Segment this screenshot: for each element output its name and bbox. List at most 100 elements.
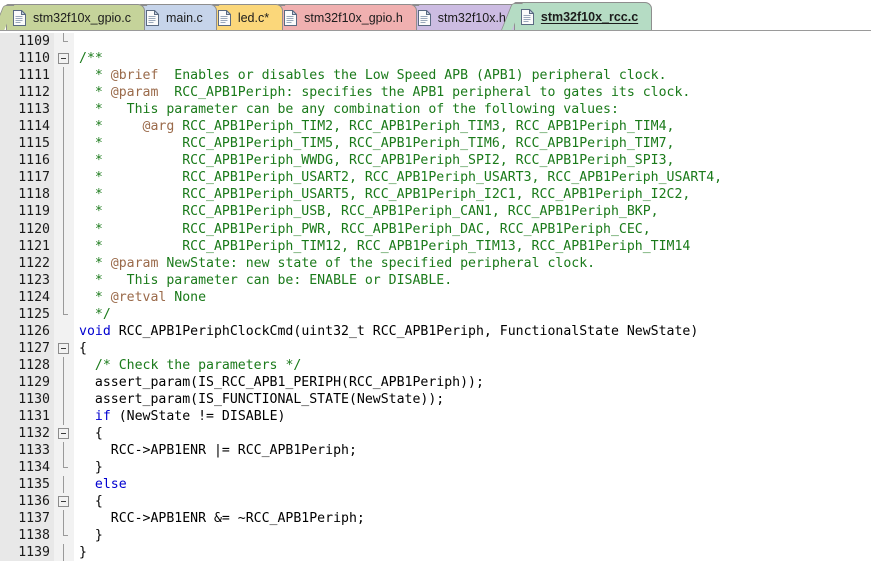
code-token-tag: @param	[110, 255, 159, 271]
minus-icon[interactable]	[58, 428, 69, 440]
fold-toggle-icon[interactable]	[54, 425, 74, 442]
line-number: 1131	[18, 409, 50, 425]
editor-tab-main-c[interactable]: main.c	[138, 4, 217, 30]
code-line[interactable]: }	[79, 527, 871, 544]
fold-guide-line	[54, 288, 74, 306]
code-token-cmt: * RCC_APB1Periph_USART2, RCC_APB1Periph_…	[79, 170, 723, 186]
code-token-tag: @param	[110, 85, 159, 101]
minus-icon[interactable]	[58, 342, 69, 354]
fold-end-icon	[63, 305, 68, 315]
code-line[interactable]	[79, 33, 871, 50]
editor-tab-led-c[interactable]: led.c*	[210, 4, 284, 30]
fold-end-icon	[63, 527, 68, 537]
code-line[interactable]: /**	[79, 50, 871, 67]
code-token-cmt: *	[79, 289, 111, 305]
fold-empty	[54, 323, 74, 340]
code-token-kw: else	[94, 477, 127, 493]
code-folding-margin[interactable]	[54, 33, 74, 562]
code-editor[interactable]: 1109 1110 1111 1112 1113 1114 1115 1116 1117 1118…	[0, 31, 871, 562]
code-line[interactable]: * RCC_APB1Periph_WWDG, RCC_APB1Periph_SP…	[79, 152, 871, 169]
line-number-gutter: 1109 1110 1111 1112 1113 1114 1115 1116 1117 1118…	[0, 33, 54, 562]
code-line[interactable]: assert_param(IS_FUNCTIONAL_STATE(NewStat…	[79, 391, 871, 408]
code-line[interactable]: * @arg RCC_APB1Periph_TIM2, RCC_APB1Peri…	[79, 118, 871, 135]
code-line[interactable]: * This parameter can be any combination …	[79, 101, 871, 118]
code-line[interactable]: if (NewState != DISABLE)	[79, 408, 871, 425]
fold-guide-line	[54, 186, 74, 204]
editor-tab-stm32f10x-rcc-c[interactable]: stm32f10x_rcc.c	[513, 2, 653, 30]
fold-guide-line	[54, 544, 74, 562]
fold-toggle-icon[interactable]	[54, 493, 74, 510]
line-number: 1139	[18, 545, 50, 561]
code-token-cmt: *	[79, 85, 111, 101]
code-token-kw: void	[79, 323, 111, 339]
code-line[interactable]: RCC->APB1ENR |= RCC_APB1Periph;	[79, 442, 871, 459]
code-line[interactable]: * RCC_APB1Periph_USART5, RCC_APB1Periph_…	[79, 186, 871, 203]
code-token-cmt: * RCC_APB1Periph_PWR, RCC_APB1Periph_DAC…	[79, 221, 651, 237]
fold-guide-icon	[63, 135, 64, 153]
fold-guide-icon	[63, 476, 64, 494]
fold-toggle-icon[interactable]	[54, 50, 74, 67]
code-line[interactable]: }	[79, 544, 871, 561]
code-line[interactable]: {	[79, 425, 871, 442]
fold-toggle-icon[interactable]	[54, 340, 74, 357]
code-line[interactable]: * RCC_APB1Periph_TIM12, RCC_APB1Periph_T…	[79, 238, 871, 255]
minus-icon[interactable]	[58, 53, 69, 65]
code-text[interactable]: /** * @brief Enables or disables the Low…	[74, 33, 871, 562]
fold-guide-line	[54, 408, 74, 426]
code-line[interactable]: * This parameter can be: ENABLE or DISAB…	[79, 272, 871, 289]
code-line[interactable]: }	[79, 459, 871, 476]
code-line[interactable]: */	[79, 306, 871, 323]
code-line[interactable]: else	[79, 476, 871, 493]
code-token-tag: @arg	[142, 119, 175, 135]
code-line[interactable]: RCC->APB1ENR &= ~RCC_APB1Periph;	[79, 510, 871, 527]
fold-guide-line	[54, 356, 74, 374]
fold-guide-icon	[63, 356, 64, 374]
line-number: 1121	[18, 238, 50, 254]
editor-tab-label: stm32f10x_gpio.c	[33, 11, 131, 25]
code-token-plain: assert_param(IS_RCC_APB1_PERIPH(RCC_APB1…	[79, 374, 484, 390]
line-number: 1127	[18, 340, 50, 356]
code-token-plain: }	[79, 528, 103, 544]
line-number: 1120	[18, 221, 50, 237]
fold-guide-line	[54, 203, 74, 221]
code-line[interactable]: void RCC_APB1PeriphClockCmd(uint32_t RCC…	[79, 323, 871, 340]
code-token-cmt: Enables or disables the Low Speed APB (A…	[158, 68, 667, 84]
editor-tab-stm32f10x-gpio-c[interactable]: stm32f10x_gpio.c	[6, 4, 145, 30]
line-number: 1119	[18, 204, 50, 220]
fold-guide-icon	[63, 220, 64, 238]
code-line[interactable]: * RCC_APB1Periph_TIM5, RCC_APB1Periph_TI…	[79, 135, 871, 152]
fold-guide-line	[54, 442, 74, 460]
editor-tab-stm32f10x-gpio-h[interactable]: stm32f10x_gpio.h	[277, 4, 417, 30]
code-area: 1109 1110 1111 1112 1113 1114 1115 1116 1117 1118…	[0, 31, 871, 562]
code-token-plain: (NewState != DISABLE)	[110, 409, 286, 425]
code-line[interactable]: * @brief Enables or disables the Low Spe…	[79, 67, 871, 84]
line-number: 1133	[18, 443, 50, 459]
code-line[interactable]: * RCC_APB1Periph_PWR, RCC_APB1Periph_DAC…	[79, 221, 871, 238]
code-line[interactable]: assert_param(IS_RCC_APB1_PERIPH(RCC_APB1…	[79, 374, 871, 391]
minus-icon[interactable]	[58, 496, 69, 508]
code-line[interactable]: /* Check the parameters */	[79, 357, 871, 374]
fold-guide-icon	[63, 442, 64, 460]
fold-guide-line	[54, 135, 74, 153]
code-line[interactable]: * @retval None	[79, 289, 871, 306]
code-line[interactable]: * @param RCC_APB1Periph: specifies the A…	[79, 84, 871, 101]
line-number: 1129	[18, 374, 50, 390]
code-token-cmt: * RCC_APB1Periph_USB, RCC_APB1Periph_CAN…	[79, 204, 659, 220]
code-token-cmt: * RCC_APB1Periph_TIM5, RCC_APB1Periph_TI…	[79, 136, 675, 152]
fold-guide-icon	[63, 237, 64, 255]
code-line[interactable]: * RCC_APB1Periph_USB, RCC_APB1Periph_CAN…	[79, 203, 871, 220]
fold-guide-line	[54, 67, 74, 85]
line-number: 1135	[18, 477, 50, 493]
code-line[interactable]: * @param NewState: new state of the spec…	[79, 255, 871, 272]
document-icon	[145, 10, 159, 26]
fold-guide-line	[54, 101, 74, 119]
code-token-cmt: RCC_APB1Periph: specifies the APB1 perip…	[158, 85, 691, 101]
fold-guide-icon	[63, 152, 64, 170]
code-line[interactable]: {	[79, 493, 871, 510]
code-line[interactable]: * RCC_APB1Periph_USART2, RCC_APB1Periph_…	[79, 169, 871, 186]
code-line[interactable]: {	[79, 340, 871, 357]
code-token-cmt: * RCC_APB1Periph_WWDG, RCC_APB1Periph_SP…	[79, 153, 675, 169]
editor-tab-bar: stm32f10x_gpio.c main.c led.c* stm32f10x_gp…	[0, 0, 871, 31]
